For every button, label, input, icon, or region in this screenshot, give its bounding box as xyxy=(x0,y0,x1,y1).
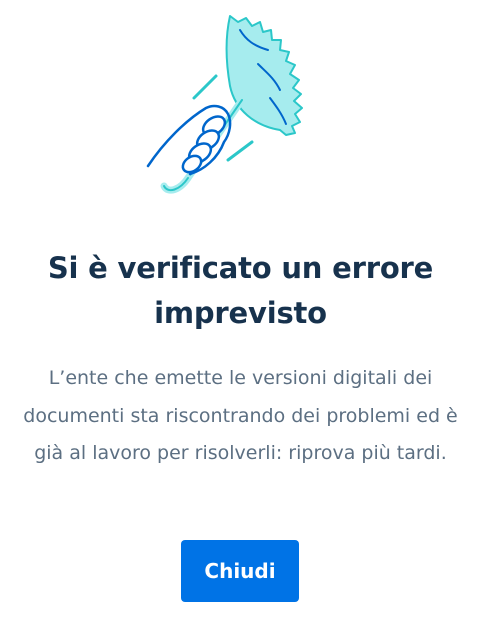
error-title: Si è verificato un errore imprevisto xyxy=(47,251,434,330)
umbrella-canopy xyxy=(225,15,303,136)
error-screen: Si è verificato un errore imprevisto L’e… xyxy=(0,0,481,643)
close-button[interactable]: Chiudi xyxy=(181,540,299,602)
broken-umbrella-icon xyxy=(146,15,303,194)
error-message: L’ente che emette le versioni digitali d… xyxy=(23,367,458,464)
